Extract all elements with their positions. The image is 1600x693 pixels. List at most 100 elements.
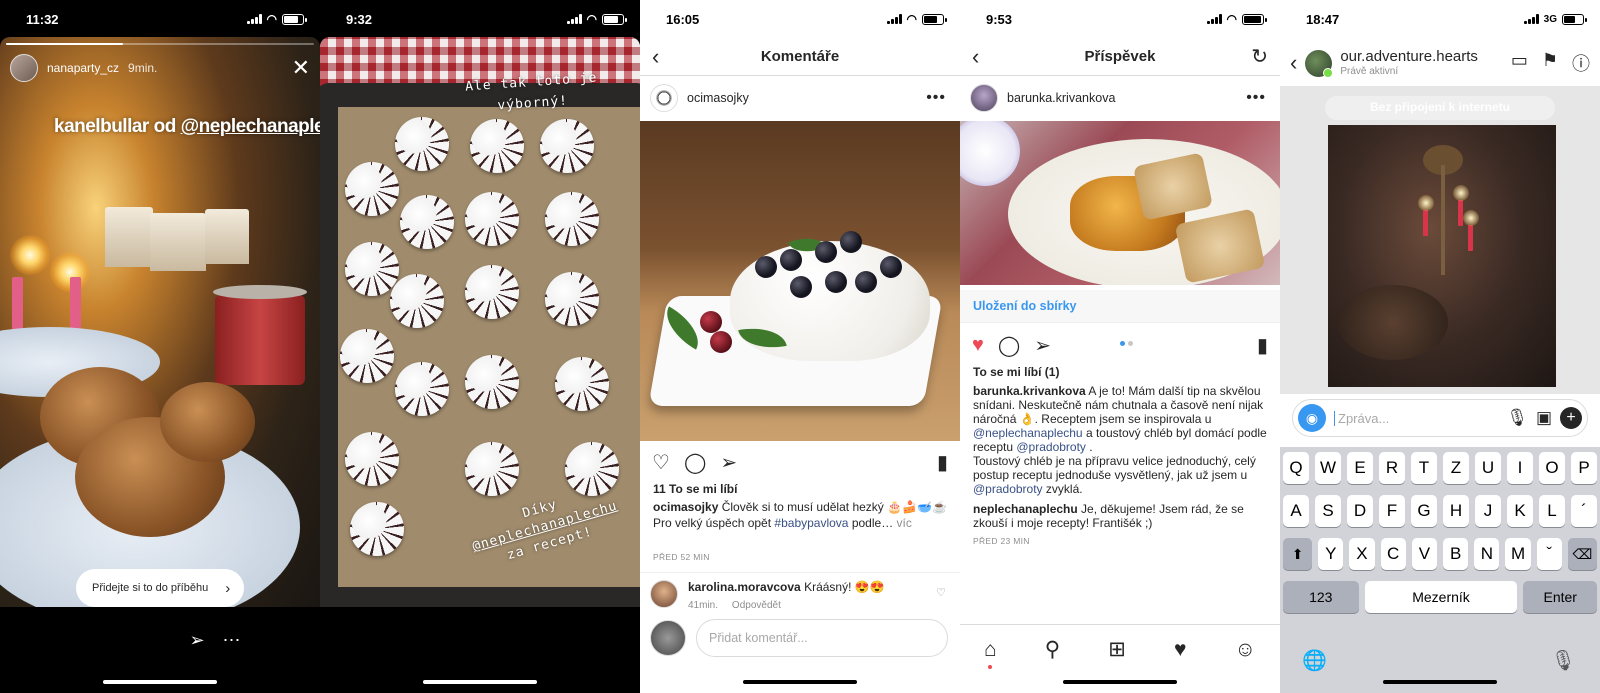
- keyboard-row-1: Q W E R T Z U I O P: [1283, 452, 1597, 484]
- send-icon[interactable]: ➢: [189, 630, 204, 651]
- bookmark-icon[interactable]: ▮: [1257, 333, 1268, 358]
- avatar[interactable]: [1305, 49, 1334, 78]
- avatar[interactable]: [10, 54, 38, 82]
- search-icon[interactable]: ⚲: [1045, 637, 1060, 662]
- key[interactable]: R: [1379, 452, 1405, 484]
- share-icon[interactable]: ➢: [1034, 333, 1051, 358]
- more-icon[interactable]: ⋯: [223, 630, 241, 651]
- post-photo[interactable]: [640, 121, 960, 441]
- avatar[interactable]: [970, 84, 998, 112]
- comment-icon[interactable]: ◯: [684, 450, 706, 475]
- hashtag-link[interactable]: #babypavlova: [774, 516, 848, 530]
- message-input[interactable]: Zpráva...: [1334, 410, 1498, 426]
- add-to-story-button[interactable]: Přidejte si to do příběhu ›: [76, 569, 245, 607]
- likes-count[interactable]: 11 To se mi líbí: [653, 482, 948, 498]
- key[interactable]: ´: [1571, 495, 1597, 527]
- key[interactable]: V: [1411, 538, 1437, 570]
- flag-icon[interactable]: ⚑: [1542, 50, 1558, 76]
- share-icon[interactable]: ➢: [720, 450, 737, 475]
- avatar[interactable]: [650, 84, 678, 112]
- key[interactable]: G: [1411, 495, 1437, 527]
- post-photo[interactable]: [960, 121, 1280, 285]
- shared-photo[interactable]: [1328, 125, 1556, 387]
- key[interactable]: B: [1443, 538, 1469, 570]
- status-bar: 18:47 3G: [1280, 0, 1600, 38]
- post-username[interactable]: ocimasojky: [687, 91, 749, 105]
- add-icon[interactable]: +: [1560, 407, 1582, 429]
- shift-key-icon[interactable]: ⬆: [1283, 538, 1313, 570]
- info-icon[interactable]: ⓘ: [1572, 50, 1590, 76]
- like-icon[interactable]: ♡: [652, 450, 670, 475]
- chat-username[interactable]: our.adventure.hearts: [1340, 49, 1478, 66]
- video-call-icon[interactable]: ▭: [1511, 50, 1528, 76]
- like-comment-icon[interactable]: ♡: [936, 586, 946, 611]
- add-comment-input[interactable]: Přidat komentář...: [696, 619, 948, 657]
- close-icon[interactable]: ✕: [292, 55, 310, 81]
- key[interactable]: O: [1539, 452, 1565, 484]
- avatar[interactable]: [650, 580, 678, 608]
- key[interactable]: A: [1283, 495, 1309, 527]
- activity-heart-icon[interactable]: ♥: [1174, 638, 1186, 662]
- key[interactable]: Y: [1318, 538, 1344, 570]
- story-mention[interactable]: @neplechanaplechu: [181, 116, 320, 137]
- mention-link[interactable]: @neplechanaplechu: [973, 426, 1083, 440]
- microphone-icon[interactable]: 🎙: [1506, 408, 1528, 428]
- key[interactable]: L: [1539, 495, 1565, 527]
- key[interactable]: K: [1507, 495, 1533, 527]
- key[interactable]: H: [1443, 495, 1469, 527]
- story-username[interactable]: nanaparty_cz: [47, 61, 119, 75]
- space-key[interactable]: Mezerník: [1364, 581, 1518, 613]
- battery-icon: [602, 13, 627, 25]
- profile-icon[interactable]: ☺: [1235, 638, 1256, 662]
- dictation-icon[interactable]: 🎙: [1551, 648, 1576, 673]
- more-options-icon[interactable]: •••: [1246, 89, 1266, 107]
- liked-heart-icon[interactable]: ♥: [972, 334, 984, 357]
- key[interactable]: J: [1475, 495, 1501, 527]
- more-link[interactable]: víc: [897, 516, 912, 530]
- camera-icon[interactable]: ◉: [1298, 404, 1326, 432]
- new-post-icon[interactable]: ⊞: [1108, 637, 1126, 662]
- refresh-icon[interactable]: ↻: [1251, 44, 1268, 69]
- comment-username[interactable]: neplechanaplechu: [973, 502, 1078, 516]
- key[interactable]: S: [1315, 495, 1341, 527]
- gallery-icon[interactable]: ▣: [1536, 408, 1552, 428]
- page-title: Komentáře: [760, 48, 840, 65]
- home-icon[interactable]: ⌂: [984, 638, 997, 669]
- key[interactable]: W: [1315, 452, 1341, 484]
- save-to-collection[interactable]: Uložení do sbírky: [960, 290, 1280, 323]
- home-indicator: [423, 680, 537, 684]
- nav-bar: ‹ Komentáře: [640, 38, 960, 76]
- reply-link[interactable]: Odpovědět: [732, 600, 781, 611]
- likes-count[interactable]: To se mi líbí (1): [973, 365, 1268, 381]
- comments-screen: 16:05 ◠ ‹ Komentáře ocimasojky ••• ♡ ◯ ➢…: [640, 0, 960, 693]
- enter-key[interactable]: Enter: [1523, 581, 1597, 613]
- key[interactable]: T: [1411, 452, 1437, 484]
- key[interactable]: Q: [1283, 452, 1309, 484]
- key[interactable]: U: [1475, 452, 1501, 484]
- numbers-key[interactable]: 123: [1283, 581, 1359, 613]
- more-options-icon[interactable]: •••: [926, 89, 946, 107]
- post-username[interactable]: barunka.krivankova: [1007, 91, 1115, 105]
- keyboard-row-3: ⬆ Y X C V B N M ˇ ⌫: [1283, 538, 1597, 570]
- bookmark-icon[interactable]: ▮: [937, 450, 948, 475]
- key[interactable]: P: [1571, 452, 1597, 484]
- back-icon[interactable]: ‹: [652, 44, 659, 70]
- mention-link[interactable]: @pradobroty: [1016, 440, 1086, 454]
- back-icon[interactable]: ‹: [972, 44, 979, 70]
- key[interactable]: F: [1379, 495, 1405, 527]
- key[interactable]: Z: [1443, 452, 1469, 484]
- key[interactable]: D: [1347, 495, 1373, 527]
- key[interactable]: X: [1349, 538, 1375, 570]
- key[interactable]: M: [1505, 538, 1531, 570]
- mention-link[interactable]: @pradobroty: [973, 482, 1043, 496]
- comment-icon[interactable]: ◯: [998, 333, 1020, 358]
- key[interactable]: N: [1474, 538, 1500, 570]
- key[interactable]: C: [1380, 538, 1406, 570]
- globe-icon[interactable]: 🌐: [1302, 648, 1327, 673]
- back-icon[interactable]: ‹: [1290, 50, 1297, 76]
- key[interactable]: ˇ: [1536, 538, 1562, 570]
- key[interactable]: I: [1507, 452, 1533, 484]
- backspace-key-icon[interactable]: ⌫: [1567, 538, 1597, 570]
- comment-username[interactable]: karolina.moravcova: [688, 580, 801, 594]
- key[interactable]: E: [1347, 452, 1373, 484]
